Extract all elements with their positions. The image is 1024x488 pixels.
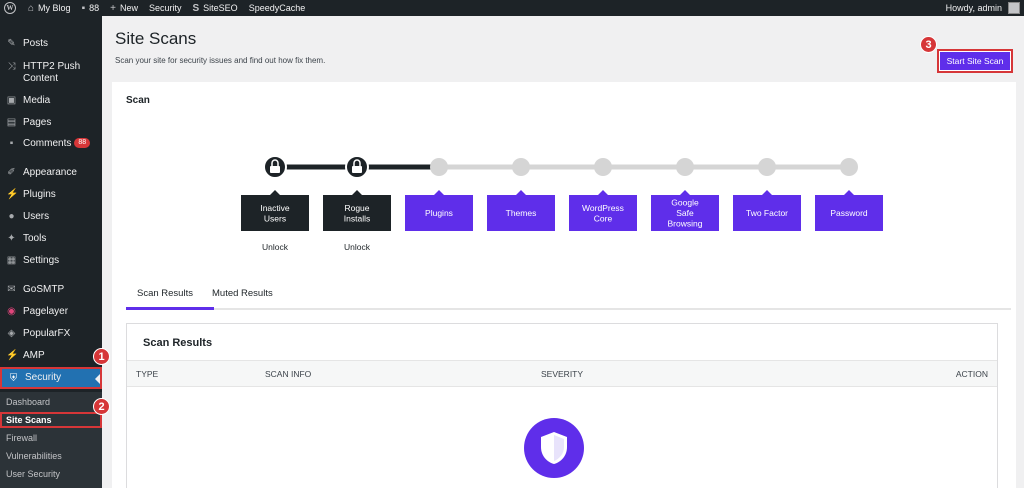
siteseo-icon: S [192, 2, 200, 14]
avatar [1008, 2, 1020, 14]
comment-icon: ▪ [81, 2, 86, 14]
step-node [840, 158, 858, 176]
step-node [430, 158, 448, 176]
sidebar-item-pagelayer[interactable]: ◉ Pagelayer [0, 306, 102, 318]
security-submenu: Dashboard Site Scans Firewall Vulnerabil… [0, 392, 102, 488]
submenu-firewall[interactable]: Firewall [0, 432, 102, 444]
submenu-site-scans[interactable]: Site Scans [0, 412, 102, 428]
new-content-link[interactable]: + New [110, 3, 138, 14]
main-content: Site Scans Scan your site for security i… [102, 16, 1024, 488]
pin-icon: ✎ [7, 38, 16, 49]
user-account-menu[interactable]: Howdy, admin [946, 0, 1020, 16]
step-label: Inactive Users [260, 203, 290, 224]
step-label: Themes [506, 208, 537, 218]
step-node [676, 158, 694, 176]
wordpress-logo-icon[interactable]: W [4, 2, 16, 14]
site-name-link[interactable]: ⌂ My Blog [28, 3, 71, 14]
comments-count-badge: 88 [74, 138, 91, 149]
scan-results-title: Scan Results [143, 337, 213, 349]
scan-card-title: Scan [126, 95, 150, 106]
sidebar-item-http2-push[interactable]: ⤨ HTTP2 Push Content [0, 61, 102, 85]
sidebar-item-security[interactable]: ⛨ Security [0, 367, 102, 389]
comments-link[interactable]: ▪ 88 [82, 3, 100, 14]
scan-step[interactable]: Inactive Users Unlock [241, 155, 309, 252]
sidebar-item-settings[interactable]: ▦ Settings [0, 255, 102, 267]
sidebar-item-plugins[interactable]: ⚡ Plugins [0, 189, 102, 201]
tab-scan-results[interactable]: Scan Results [137, 288, 193, 299]
step-label: Plugins [425, 208, 453, 218]
sidebar-item-users[interactable]: ● Users [0, 211, 102, 223]
step-label: Password [830, 208, 868, 218]
step-unlock-link[interactable]: Unlock [262, 242, 289, 252]
sidebar-item-appearance[interactable]: ✐ Appearance [0, 167, 102, 179]
sidebar-item-comments[interactable]: ▪ Comments 88 [0, 138, 102, 150]
empty-state-shield-badge [524, 418, 584, 478]
step-unlock-link[interactable]: Unlock [344, 242, 371, 252]
column-severity: SEVERITY [541, 369, 584, 379]
sidebar-item-popularfx[interactable]: ◈ PopularFX [0, 328, 102, 340]
admin-sidebar: ✎ Posts ⤨ HTTP2 Push Content ▣ Media ▤ Pages… [0, 16, 102, 488]
popularfx-icon: ◈ [7, 328, 16, 339]
shield-icon: ⛨ [9, 372, 18, 384]
page-title: Site Scans [115, 29, 197, 48]
comment-icon: ▪ [9, 138, 14, 149]
plus-icon: + [110, 2, 116, 14]
sidebar-item-posts[interactable]: ✎ Posts [0, 38, 102, 50]
step-node [758, 158, 776, 176]
column-scan-info: SCAN INFO [265, 369, 312, 379]
user-icon: ● [8, 211, 15, 222]
settings-icon: ▦ [6, 255, 17, 266]
column-type: TYPE [136, 369, 159, 379]
column-action: ACTION [955, 369, 988, 379]
home-icon: ⌂ [28, 2, 35, 14]
sidebar-item-pages[interactable]: ▤ Pages [0, 117, 102, 129]
media-icon: ▣ [6, 95, 17, 106]
submenu-dashboard[interactable]: Dashboard [0, 396, 102, 408]
results-table-header: TYPE SCAN INFO SEVERITY ACTION [127, 360, 997, 387]
submenu-user-security[interactable]: User Security [0, 468, 102, 480]
tab-muted-results[interactable]: Muted Results [212, 288, 273, 299]
pagelayer-icon: ◉ [7, 306, 16, 317]
step-node [594, 158, 612, 176]
sidebar-item-amp[interactable]: ⚡ AMP [0, 350, 102, 362]
sidebar-item-gosmtp[interactable]: ✉ GoSMTP [0, 284, 102, 296]
shuffle-icon: ⤨ [7, 61, 16, 72]
shield-icon [541, 432, 567, 464]
step-label: Two Factor [746, 208, 788, 218]
admin-bar: W ⌂ My Blog ▪ 88 + New Security S SiteSEO Sp… [0, 0, 1024, 16]
page-description: Scan your site for security issues and f… [115, 56, 326, 65]
siteseo-link[interactable]: S SiteSEO [193, 3, 238, 14]
amp-icon: ⚡ [6, 350, 19, 361]
brush-icon: ✐ [7, 167, 16, 178]
gosmtp-icon: ✉ [7, 284, 16, 295]
sidebar-item-tools[interactable]: ✦ Tools [0, 233, 102, 245]
scan-step[interactable]: Rogue Installs Unlock [323, 155, 391, 252]
sidebar-item-media[interactable]: ▣ Media [0, 95, 102, 107]
speedycache-link[interactable]: SpeedyCache [249, 3, 306, 13]
current-menu-arrow-icon [95, 374, 100, 384]
tabs-divider [126, 308, 1011, 310]
scan-card: Scan Inactive Users Unlock Rogue Installs Unl… [112, 82, 1016, 488]
page-icon: ▤ [6, 117, 17, 128]
start-site-scan-button[interactable]: Start Site Scan [937, 49, 1013, 73]
plug-icon: ⚡ [6, 189, 19, 200]
step-node [512, 158, 530, 176]
scan-results-panel: Scan Results TYPE SCAN INFO SEVERITY ACT… [126, 323, 998, 488]
submenu-vulnerabilities[interactable]: Vulnerabilities [0, 450, 102, 462]
scan-steps-progress: Inactive Users Unlock Rogue Installs Unlock Pl… [241, 155, 883, 252]
security-link[interactable]: Security [149, 3, 182, 13]
active-tab-indicator [126, 307, 214, 310]
step-label: Rogue Installs [344, 203, 370, 224]
wrench-icon: ✦ [7, 233, 16, 244]
